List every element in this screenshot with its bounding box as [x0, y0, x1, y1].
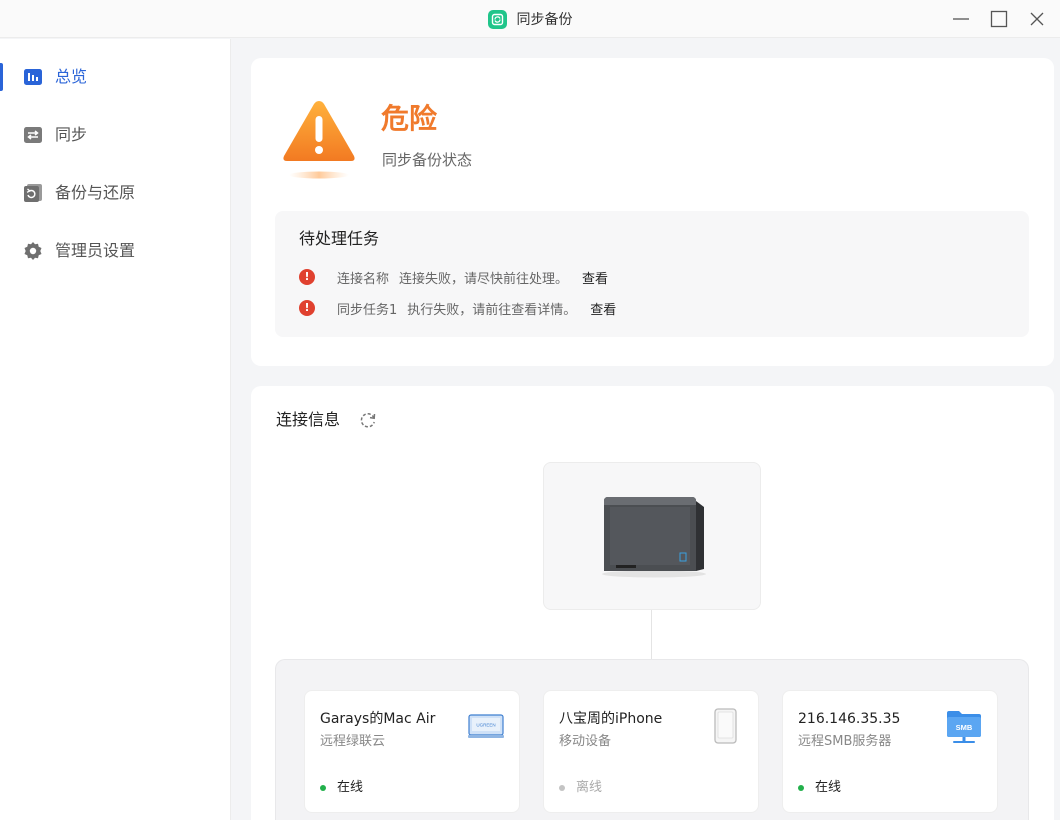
- device-status: 离线: [559, 779, 602, 797]
- error-icon: !: [299, 300, 315, 316]
- device-name: 八宝周的iPhone: [559, 711, 663, 727]
- window-controls: [952, 0, 1046, 38]
- sidebar-item-overview[interactable]: 总览: [0, 57, 231, 97]
- device-status-label: 离线: [576, 780, 603, 795]
- status-card: 危险 同步备份状态 待处理任务 ! 连接名称 连接失败，请尽快前往处理。 查看 …: [251, 58, 1054, 366]
- online-dot: [320, 785, 326, 791]
- sidebar-item-label: 同步: [55, 125, 88, 144]
- laptop-icon: UGREEN: [468, 714, 504, 738]
- device-status-label: 在线: [337, 780, 364, 795]
- nas-device-image: [602, 497, 706, 578]
- sidebar-item-admin-settings[interactable]: 管理员设置: [0, 231, 231, 271]
- title-bar: 同步备份: [0, 0, 1060, 38]
- svg-text:UGREEN: UGREEN: [476, 723, 495, 728]
- task-name: 同步任务1: [337, 302, 398, 318]
- sidebar-item-label: 管理员设置: [55, 241, 136, 260]
- device-type: 移动设备: [559, 734, 612, 749]
- status-subtitle: 同步备份状态: [382, 151, 473, 169]
- window-title: 同步备份: [516, 12, 573, 28]
- minimize-icon[interactable]: [952, 10, 970, 28]
- backup-restore-icon: [23, 183, 43, 203]
- online-dot: [798, 785, 804, 791]
- device-status: 在线: [320, 779, 363, 797]
- active-indicator: [0, 63, 3, 91]
- connector-line: [651, 610, 652, 660]
- pending-tasks-title: 待处理任务: [299, 229, 380, 248]
- sidebar-item-label: 总览: [55, 67, 88, 86]
- device-card[interactable]: 八宝周的iPhone 移动设备 离线: [543, 690, 759, 813]
- device-card[interactable]: 216.146.35.35 远程SMB服务器 在线 SMB: [782, 690, 998, 813]
- error-icon: !: [299, 269, 315, 285]
- sync-arrows-icon: [23, 125, 43, 145]
- pending-tasks-panel: 待处理任务 ! 连接名称 连接失败，请尽快前往处理。 查看 ! 同步任务1 执行…: [275, 211, 1029, 337]
- sidebar: 总览 同步 备份与还原 管理员设置: [0, 39, 231, 820]
- task-message: 连接失败，请尽快前往处理。: [399, 271, 569, 287]
- device-name: Garays的Mac Air: [320, 711, 436, 727]
- warning-triangle-icon: [283, 101, 355, 179]
- offline-dot: [559, 785, 565, 791]
- task-row: ! 同步任务1 执行失败，请前往查看详情。 查看: [299, 298, 616, 318]
- device-status-label: 在线: [815, 780, 842, 795]
- sidebar-item-backup-restore[interactable]: 备份与还原: [0, 173, 231, 213]
- gear-icon: [23, 241, 43, 261]
- device-name: 216.146.35.35: [798, 711, 901, 727]
- task-message: 执行失败，请前往查看详情。: [407, 302, 577, 318]
- device-type: 远程绿联云: [320, 734, 386, 749]
- chart-icon: [23, 67, 43, 87]
- devices-panel: Garays的Mac Air 远程绿联云 在线 UGREEN 八宝周的iPhon…: [275, 659, 1029, 820]
- sidebar-item-label: 备份与还原: [55, 183, 136, 202]
- close-icon[interactable]: [1028, 10, 1046, 28]
- connection-card: 连接信息 Garays的Mac Air 远程绿联云 在线 UGREEN 八宝周的…: [251, 386, 1054, 820]
- status-level: 危险: [381, 102, 438, 135]
- connection-title: 连接信息: [276, 410, 341, 429]
- sidebar-item-sync[interactable]: 同步: [0, 115, 231, 155]
- phone-icon: [714, 708, 737, 744]
- window-title-group: 同步备份: [0, 0, 1060, 38]
- nas-device-card[interactable]: [543, 462, 761, 610]
- sync-backup-logo-icon: [487, 9, 507, 29]
- smb-folder-icon: SMB: [947, 711, 981, 743]
- svg-text:SMB: SMB: [956, 723, 973, 732]
- device-status: 在线: [798, 779, 841, 797]
- device-type: 远程SMB服务器: [798, 734, 892, 749]
- view-link[interactable]: 查看: [582, 268, 608, 287]
- maximize-icon[interactable]: [990, 10, 1008, 28]
- refresh-icon[interactable]: [358, 410, 378, 430]
- view-link[interactable]: 查看: [590, 299, 616, 318]
- task-name: 连接名称: [337, 271, 390, 287]
- task-row: ! 连接名称 连接失败，请尽快前往处理。 查看: [299, 267, 608, 287]
- device-card[interactable]: Garays的Mac Air 远程绿联云 在线 UGREEN: [304, 690, 520, 813]
